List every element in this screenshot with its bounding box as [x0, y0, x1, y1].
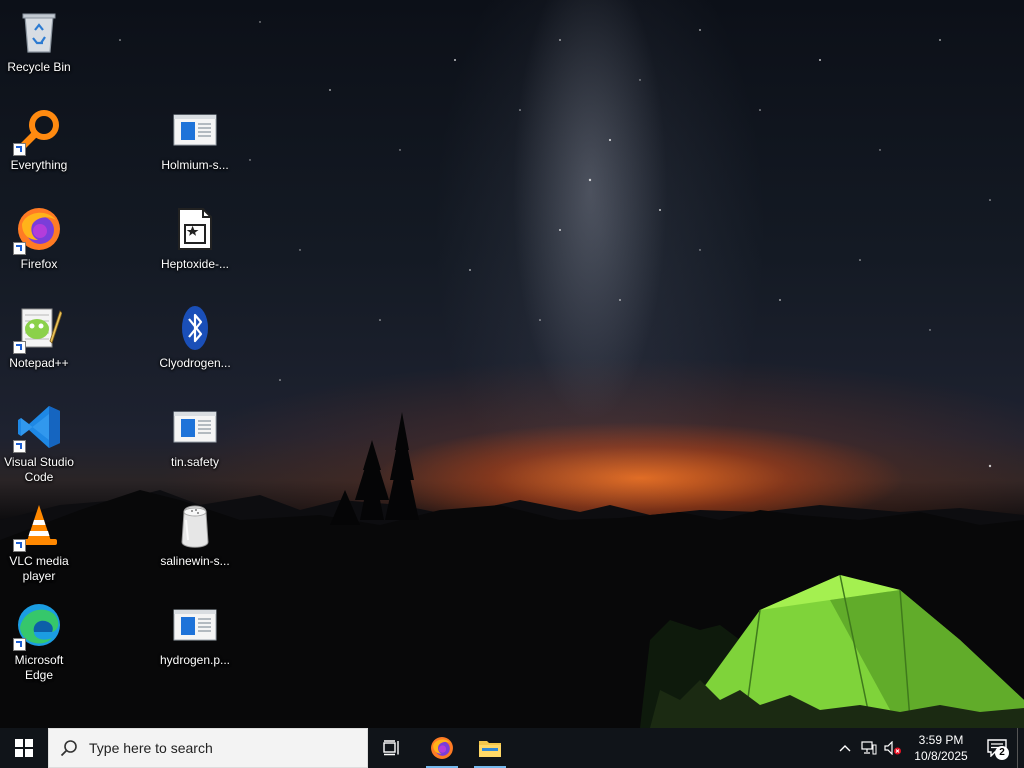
desktop-icon-label: VLC media player — [9, 554, 69, 583]
desktop-icon-label: Clyodrogen... — [159, 356, 231, 370]
task-view-button[interactable] — [368, 728, 416, 768]
desktop-icon-label: salinewin-s... — [160, 554, 230, 568]
clock-date: 10/8/2025 — [914, 749, 968, 763]
desktop-wallpaper — [0, 0, 1024, 728]
network-button[interactable] — [857, 728, 881, 768]
system-file-icon — [171, 205, 219, 253]
volume-muted-icon — [884, 741, 901, 755]
windows-logo-icon — [15, 739, 33, 757]
desktop-icon-edge[interactable]: Microsoft Edge — [0, 601, 78, 683]
firefox-icon — [431, 737, 453, 759]
desktop-icon-notepad-plus-plus[interactable]: Notepad++ — [0, 304, 78, 371]
desktop-icon-label: hydrogen.p... — [159, 653, 231, 667]
desktop-icon-clyodrogen-file[interactable]: Clyodrogen... — [156, 304, 234, 371]
document-window-icon — [171, 106, 219, 154]
desktop-icon-tin-safety[interactable]: tin.safety — [156, 403, 234, 470]
search-placeholder: Type here to search — [89, 740, 213, 756]
system-tray: 3:59 PM 10/8/2025 2 — [833, 728, 1024, 768]
desktop-icon-label: Holmium-s... — [161, 158, 229, 172]
notification-count-badge: 2 — [995, 746, 1009, 760]
salt-shaker-icon — [171, 502, 219, 550]
taskbar-firefox-button[interactable] — [418, 728, 466, 768]
desktop-icon-everything[interactable]: Everything — [0, 106, 78, 173]
desktop-icon-recycle-bin[interactable]: Recycle Bin — [0, 8, 78, 75]
notepad-plus-plus-icon — [13, 304, 63, 354]
shortcut-arrow-icon — [13, 440, 26, 453]
desktop-icon-label: Microsoft Edge — [14, 653, 64, 682]
taskbar: Type here to search 3:59 PM 10/8/2025 2 — [0, 728, 1024, 768]
shortcut-arrow-icon — [13, 638, 26, 651]
desktop-icon-label: Recycle Bin — [7, 60, 71, 74]
shortcut-arrow-icon — [13, 143, 26, 156]
taskbar-clock[interactable]: 3:59 PM 10/8/2025 — [905, 732, 977, 764]
network-icon — [861, 741, 877, 755]
desktop-icon-vlc[interactable]: VLC media player — [0, 502, 78, 584]
bluetooth-icon — [171, 304, 219, 352]
everything-search-icon — [13, 106, 63, 156]
shortcut-arrow-icon — [13, 539, 26, 552]
action-center-button[interactable]: 2 — [977, 728, 1017, 768]
desktop-icon-vscode[interactable]: Visual Studio Code — [0, 403, 78, 485]
document-window-icon — [171, 403, 219, 451]
desktop-icon-label: Firefox — [20, 257, 58, 271]
shortcut-arrow-icon — [13, 341, 26, 354]
desktop-icon-label: Notepad++ — [9, 356, 69, 370]
desktop-icon-label: Heptoxide-... — [160, 257, 230, 271]
task-view-icon — [383, 740, 399, 756]
desktop-icon-label: Visual Studio Code — [4, 455, 74, 484]
taskbar-search-box[interactable]: Type here to search — [48, 728, 368, 768]
desktop-icon-label: tin.safety — [170, 455, 220, 469]
desktop-icon-hydrogen-file[interactable]: hydrogen.p... — [156, 601, 234, 668]
show-desktop-button[interactable] — [1017, 728, 1024, 768]
taskbar-file-explorer-button[interactable] — [466, 728, 514, 768]
folder-icon — [479, 741, 501, 757]
desktop-icon-salinewin-file[interactable]: salinewin-s... — [156, 502, 234, 569]
recycle-bin-icon — [15, 8, 63, 56]
desktop-icon-label: Everything — [10, 158, 68, 172]
desktop-icon-holmium-file[interactable]: Holmium-s... — [156, 106, 234, 173]
volume-button[interactable] — [881, 728, 905, 768]
edge-icon — [13, 601, 63, 651]
desktop-icon-firefox[interactable]: Firefox — [0, 205, 78, 272]
wallpaper-scene — [0, 21, 1024, 728]
shortcut-arrow-icon — [13, 242, 26, 255]
vscode-icon — [13, 403, 63, 453]
start-button[interactable] — [0, 728, 48, 768]
show-hidden-icons-button[interactable] — [833, 728, 857, 768]
search-icon — [49, 739, 89, 757]
firefox-icon — [13, 205, 63, 255]
vlc-cone-icon — [13, 502, 63, 552]
clock-time: 3:59 PM — [918, 733, 964, 747]
trees — [330, 412, 419, 525]
chevron-up-icon — [839, 745, 851, 752]
stars — [119, 21, 992, 468]
desktop-icon-heptoxide-file[interactable]: Heptoxide-... — [156, 205, 234, 272]
document-window-icon — [171, 601, 219, 649]
